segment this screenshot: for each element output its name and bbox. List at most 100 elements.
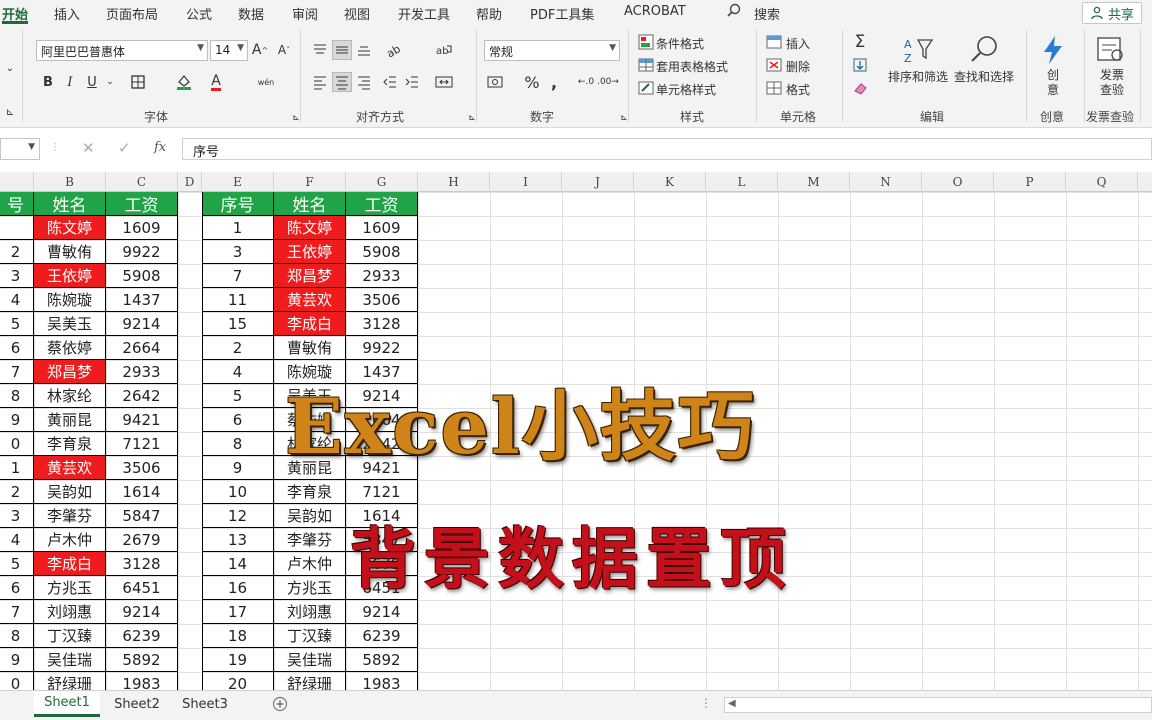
find-select-label[interactable]: 查找和选择 xyxy=(954,68,1014,85)
table-cell[interactable]: 0 xyxy=(0,672,34,690)
table-cell[interactable]: 李肇芬 xyxy=(274,528,346,552)
align-left-icon[interactable] xyxy=(310,72,330,92)
horizontal-scrollbar[interactable]: ◀ xyxy=(724,697,1152,713)
table-cell[interactable]: 陈婉璇 xyxy=(34,288,106,312)
table-cell[interactable]: 2 xyxy=(202,336,274,360)
conditional-format-label[interactable]: 条件格式 xyxy=(656,35,704,52)
table-cell[interactable]: 陈文婷 xyxy=(274,216,346,240)
table-cell[interactable]: 5 xyxy=(0,312,34,336)
table-cell[interactable] xyxy=(0,216,34,240)
table-cell[interactable]: 7 xyxy=(0,360,34,384)
table-cell[interactable]: 9214 xyxy=(106,312,178,336)
underline-button[interactable]: U xyxy=(82,72,102,92)
table-cell[interactable]: 丁汉臻 xyxy=(274,624,346,648)
column-header-e[interactable]: E xyxy=(202,172,274,192)
table-cell[interactable]: 7121 xyxy=(106,432,178,456)
table-cell[interactable]: 1614 xyxy=(106,480,178,504)
table-cell[interactable]: 8 xyxy=(202,432,274,456)
table-cell[interactable]: 8 xyxy=(0,384,34,408)
table-cell[interactable]: 6 xyxy=(0,576,34,600)
font-launcher-icon[interactable]: ⊾ xyxy=(286,108,306,128)
table-cell[interactable]: 李成白 xyxy=(274,312,346,336)
table-format-icon[interactable] xyxy=(636,55,656,75)
decrease-indent-icon[interactable] xyxy=(380,72,400,92)
sheet-tab-1[interactable]: Sheet1 xyxy=(34,691,100,717)
tab-pdf-tools[interactable]: PDF工具集 xyxy=(530,4,594,23)
invoice-check-button-label[interactable]: 发票查验 xyxy=(1098,68,1126,98)
table-cell[interactable]: 13 xyxy=(202,528,274,552)
autosum-icon[interactable]: Σ xyxy=(850,32,870,52)
table-cell[interactable]: 11 xyxy=(202,288,274,312)
insert-cells-label[interactable]: 插入 xyxy=(786,35,810,52)
table-cell[interactable]: 19 xyxy=(202,648,274,672)
italic-button[interactable]: I xyxy=(60,72,80,92)
number-launcher-icon[interactable]: ⊾ xyxy=(614,108,634,128)
column-header-o[interactable]: O xyxy=(922,172,994,192)
column-header-m[interactable]: M xyxy=(778,172,850,192)
table-cell[interactable]: 16 xyxy=(202,576,274,600)
table-cell[interactable]: 2642 xyxy=(106,384,178,408)
table-cell[interactable]: 5908 xyxy=(346,240,418,264)
table-cell[interactable]: 3128 xyxy=(106,552,178,576)
table-cell[interactable]: 2 xyxy=(0,240,34,264)
tab-review[interactable]: 审阅 xyxy=(292,4,318,23)
table-cell[interactable]: 5847 xyxy=(106,504,178,528)
fill-color-icon[interactable] xyxy=(174,72,194,92)
table-cell[interactable]: 吴佳瑞 xyxy=(274,648,346,672)
table-cell[interactable]: 3 xyxy=(202,240,274,264)
increase-decimal-icon[interactable]: ←.0 xyxy=(576,72,596,92)
fill-down-icon[interactable] xyxy=(850,55,870,75)
table-cell[interactable]: 5908 xyxy=(106,264,178,288)
table-cell[interactable]: 2933 xyxy=(346,264,418,288)
header-cell[interactable]: 姓名 xyxy=(34,192,106,216)
tab-page-layout[interactable]: 页面布局 xyxy=(106,4,158,23)
sheet-tab-3[interactable]: Sheet3 xyxy=(172,691,238,717)
table-cell[interactable]: 卢木仲 xyxy=(274,552,346,576)
table-cell[interactable]: 李肇芬 xyxy=(34,504,106,528)
table-cell[interactable]: 吴韵如 xyxy=(274,504,346,528)
table-cell[interactable]: 4 xyxy=(0,288,34,312)
table-cell[interactable]: 李育泉 xyxy=(274,480,346,504)
table-cell[interactable]: 18 xyxy=(202,624,274,648)
search-label[interactable]: 搜索 xyxy=(754,4,780,23)
table-cell[interactable]: 6 xyxy=(0,336,34,360)
name-box[interactable]: ▼ xyxy=(0,138,40,160)
table-cell[interactable]: 丁汉臻 xyxy=(34,624,106,648)
table-cell[interactable]: 3506 xyxy=(346,288,418,312)
table-cell[interactable]: 方兆玉 xyxy=(274,576,346,600)
table-cell[interactable]: 17 xyxy=(202,600,274,624)
table-cell[interactable]: 9214 xyxy=(106,600,178,624)
add-sheet-icon[interactable] xyxy=(272,696,288,715)
table-cell[interactable]: 刘翊惠 xyxy=(274,600,346,624)
table-cell[interactable]: 1983 xyxy=(346,672,418,690)
table-cell[interactable]: 3506 xyxy=(106,456,178,480)
tab-help[interactable]: 帮助 xyxy=(476,4,502,23)
table-cell[interactable]: 李育泉 xyxy=(34,432,106,456)
tab-data[interactable]: 数据 xyxy=(238,4,264,23)
sheet-tab-2[interactable]: Sheet2 xyxy=(104,691,170,717)
wrap-text-icon[interactable]: ab xyxy=(434,40,454,60)
table-cell[interactable]: 方兆玉 xyxy=(34,576,106,600)
table-cell[interactable]: 2679 xyxy=(106,528,178,552)
table-cell[interactable]: 14 xyxy=(202,552,274,576)
increase-indent-icon[interactable] xyxy=(402,72,422,92)
sort-filter-icon[interactable]: AZ xyxy=(902,36,934,69)
table-cell[interactable]: 9421 xyxy=(106,408,178,432)
column-header-j[interactable]: J xyxy=(562,172,634,192)
font-name-select[interactable]: 阿里巴巴普惠体 ▼ xyxy=(36,40,208,61)
table-cell[interactable]: 卢木仲 xyxy=(34,528,106,552)
cancel-icon[interactable]: ✕ xyxy=(82,139,95,157)
decrease-decimal-icon[interactable]: .00→ xyxy=(597,72,619,92)
table-cell[interactable]: 吴美玉 xyxy=(34,312,106,336)
share-button[interactable]: 共享 xyxy=(1082,2,1142,24)
column-header-f[interactable]: F xyxy=(274,172,346,192)
table-cell[interactable]: 郑昌梦 xyxy=(274,264,346,288)
column-header-a[interactable] xyxy=(0,172,34,192)
creative-button-label[interactable]: 创意 xyxy=(1046,68,1060,98)
column-header-c[interactable]: C xyxy=(106,172,178,192)
increase-font-icon[interactable]: A ^ xyxy=(250,40,270,60)
number-format-select[interactable]: 常规 ▼ xyxy=(484,40,620,61)
lightning-icon[interactable] xyxy=(1040,34,1066,69)
cell-styles-icon[interactable] xyxy=(636,78,656,98)
table-cell[interactable]: 曹敏侑 xyxy=(34,240,106,264)
